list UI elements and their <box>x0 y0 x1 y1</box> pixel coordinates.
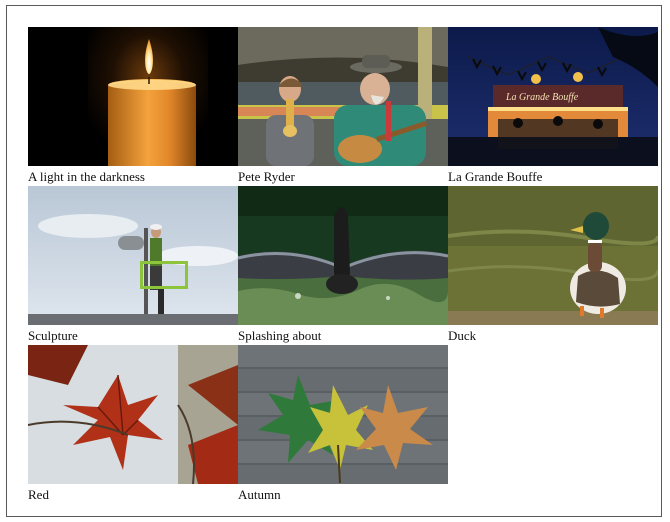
gallery-item[interactable]: Duck <box>448 186 658 345</box>
gallery-item[interactable]: Splashing about <box>238 186 448 345</box>
gallery-item[interactable]: Sculpture <box>28 186 238 345</box>
gallery-item[interactable]: Pete Ryder <box>238 27 448 186</box>
svg-text:La Grande Bouffe: La Grande Bouffe <box>505 92 579 103</box>
gallery-row: A light in the darkness Pete Ryder La Gr… <box>28 27 658 186</box>
gallery-item[interactable]: Red <box>28 345 238 504</box>
photo-caption: A light in the darkness <box>28 169 145 184</box>
fairground-night-photo[interactable]: La Grande Bouffe <box>448 27 658 166</box>
gallery-item[interactable]: La Grande Bouffe La Grande Bouffe <box>448 27 658 186</box>
gallery-row: Sculpture Splashing about Duck <box>28 186 658 345</box>
photo-caption: Splashing about <box>238 328 322 343</box>
bird-wings-water-photo[interactable] <box>238 186 448 325</box>
mallard-duck-photo[interactable] <box>448 186 658 325</box>
photo-caption: Red <box>28 487 49 502</box>
autumn-leaves-bench-photo[interactable] <box>238 345 448 484</box>
worker-on-lift-photo[interactable] <box>28 186 238 325</box>
photo-caption: La Grande Bouffe <box>448 169 543 184</box>
candle-photo[interactable] <box>28 27 238 166</box>
photo-caption: Sculpture <box>28 328 78 343</box>
gallery-row: Red Autumn <box>28 345 658 504</box>
gallery-item[interactable]: Autumn <box>238 345 448 504</box>
gallery-item[interactable]: A light in the darkness <box>28 27 238 186</box>
photo-caption: Pete Ryder <box>238 169 295 184</box>
musicians-photo[interactable] <box>238 27 448 166</box>
photo-caption: Duck <box>448 328 477 343</box>
red-leaves-photo[interactable] <box>28 345 238 484</box>
image-gallery: A light in the darkness Pete Ryder La Gr… <box>28 27 658 504</box>
photo-caption: Autumn <box>238 487 281 502</box>
